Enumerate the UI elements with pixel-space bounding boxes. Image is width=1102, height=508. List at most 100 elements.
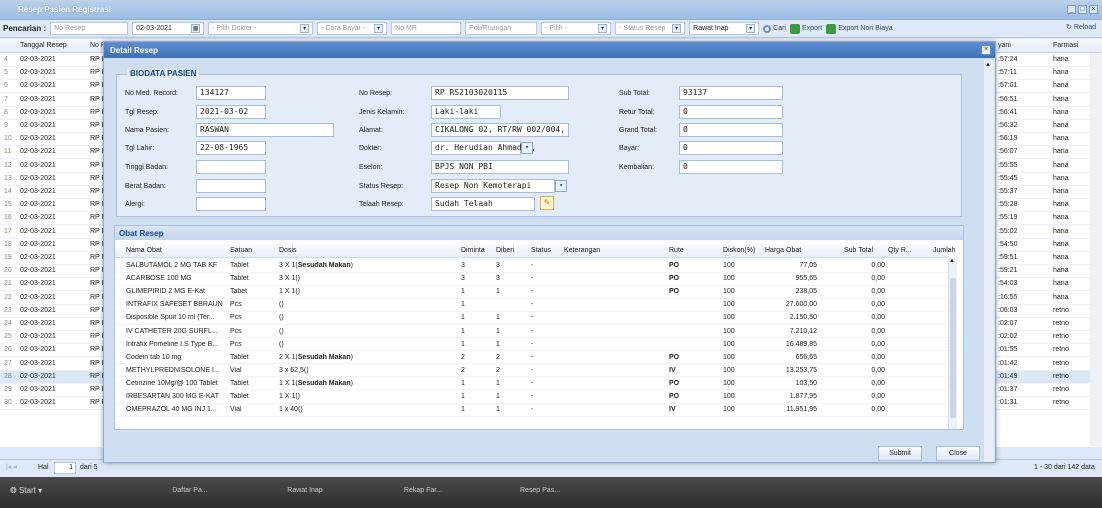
- table-row[interactable]: OMEPRAZOL 40 MG INJ 1... Vial 1 1 - IV 100 11.9…: [115, 404, 948, 417]
- close-button[interactable]: Close: [936, 446, 980, 461]
- chevron-down-icon[interactable]: ▾: [555, 180, 567, 192]
- cara-bayar-select[interactable]: - Cara Bayar - ▾: [317, 22, 388, 35]
- alamat-field[interactable]: CIKALONG 02, RT/RW 002/004, KE: [431, 123, 569, 137]
- chevron-up-icon[interactable]: ▲: [949, 258, 955, 264]
- table-row[interactable]: INTRAFIX SAFESET BBRAUN Pcs 1 - 100 27.600,00…: [115, 299, 948, 312]
- dosis-part: Sesudah Makan: [297, 262, 351, 269]
- taskbar-item-rekap[interactable]: Rekap Far...: [378, 487, 468, 494]
- cell-t: :56:51: [998, 95, 1018, 103]
- cell-sub: 0,00: [871, 275, 885, 283]
- taskbar-item-rawat-inap[interactable]: Rawat Inap: [260, 487, 350, 494]
- submit-button[interactable]: Submit: [878, 446, 922, 461]
- sub-total-field[interactable]: 93137: [679, 86, 783, 100]
- cell-d: 02-03-2021: [20, 161, 56, 169]
- poli-input[interactable]: Poli/Ruangan: [465, 22, 538, 35]
- calendar-icon[interactable]: ▦: [191, 24, 201, 33]
- no-resep-input[interactable]: No Resep: [50, 22, 129, 35]
- col-nama-obat[interactable]: Nama Obat: [126, 247, 162, 254]
- table-row[interactable]: IRBESARTAN 300 MG E-KAT Tablet 1 1 - PO 100 1.8…: [115, 391, 948, 404]
- bayar-field[interactable]: 0: [679, 141, 783, 155]
- start-button[interactable]: ❂ Start ▾: [10, 486, 42, 495]
- cell-d: 02-03-2021: [20, 386, 56, 393]
- jenis-kelamin-field[interactable]: Laki-laki: [431, 105, 501, 119]
- table-row[interactable]: Cetirizine 10Mg/@ 100 Tablet Tablet 1 1 - PO 1…: [115, 378, 948, 391]
- no-resep-field[interactable]: RP RS2103020115: [431, 86, 569, 100]
- cell-diskon: 100: [723, 406, 735, 414]
- date-input[interactable]: 02-03-2021 ▦: [132, 22, 205, 35]
- dokter-select-field[interactable]: dr. Herudian Ahmadin, ▾: [431, 141, 536, 155]
- first-page-icon[interactable]: |◂ ◂: [6, 463, 17, 471]
- chevron-down-icon[interactable]: ▾: [521, 142, 533, 154]
- cell-d: 02-03-2021: [20, 214, 56, 222]
- taskbar-item-daftar[interactable]: Daftar Pa...: [145, 487, 235, 494]
- page-input[interactable]: 1: [54, 462, 76, 474]
- col-qty[interactable]: Qty R...: [888, 247, 912, 254]
- close-icon[interactable]: ×: [981, 45, 991, 55]
- kembalian-field[interactable]: 0: [679, 160, 783, 174]
- tinggi-badan-field[interactable]: [196, 160, 266, 174]
- edit-icon[interactable]: ✎: [540, 196, 554, 210]
- table-row[interactable]: Disposible Spuit 10 ml (Ter... Pcs 1 1 - 100 2…: [115, 312, 948, 325]
- cell-t: :55:37: [998, 188, 1018, 195]
- no-mr-input[interactable]: No MR: [391, 22, 462, 35]
- berat-badan-field[interactable]: [196, 179, 266, 193]
- reload-button[interactable]: ↻ Reload: [1066, 23, 1096, 32]
- grand-total-field[interactable]: 0: [679, 123, 783, 137]
- cell-d: 02-03-2021: [20, 399, 56, 407]
- table-row[interactable]: METHYLPREDNISOLONE I... Vial 2 2 - IV 100 13.25…: [115, 365, 948, 378]
- col-farmasi[interactable]: Farmasi: [1053, 42, 1078, 49]
- grid-scrollbar[interactable]: [1090, 53, 1102, 446]
- col-jumlah[interactable]: Jumlah: [933, 247, 956, 254]
- cell-t: :57:01: [998, 82, 1018, 90]
- col-keterangan[interactable]: Keterangan: [564, 247, 600, 254]
- col-pelayani[interactable]: yani: [998, 42, 1011, 49]
- eselon-field[interactable]: BPJS NON PBI: [431, 160, 569, 174]
- col-dosis[interactable]: Dosis: [279, 247, 297, 254]
- pilih-select[interactable]: - Pilih - ▾: [541, 22, 612, 35]
- status-resep-select-field[interactable]: Resep Non Kemoterapi ▾: [431, 179, 567, 193]
- cell-rute: IV: [669, 406, 676, 414]
- col-sub-total[interactable]: Sub Total: [844, 247, 873, 254]
- table-row[interactable]: Intrafix Primeline I.S Type B... Pcs 1 1 - 10…: [115, 339, 948, 352]
- status-resep-select[interactable]: - Status Resep ▾: [615, 22, 686, 35]
- cell-n: 9: [4, 122, 8, 129]
- col-satuan[interactable]: Satuan: [230, 247, 252, 254]
- table-row[interactable]: IV CATHETER 20G SURFL... Pcs 1 1 - 100 7.210,1…: [115, 326, 948, 338]
- tgl-lahir-field[interactable]: 22-08-1965: [196, 141, 266, 155]
- col-diskon[interactable]: Diskon(%): [723, 247, 755, 254]
- nama-pasien-field[interactable]: RASWAN: [196, 123, 334, 137]
- cell-n: 15: [4, 201, 12, 209]
- cell-diberi: 1: [496, 327, 500, 335]
- export-button[interactable]: Export: [789, 23, 822, 34]
- col-status[interactable]: Status: [531, 247, 551, 254]
- modal-scrollbar[interactable]: ▲: [984, 60, 994, 462]
- telaah-resep-field[interactable]: Sudah Telaah: [431, 197, 535, 211]
- col-rute[interactable]: Rute: [669, 247, 684, 254]
- maximize-icon[interactable]: □: [1078, 5, 1087, 14]
- col-diminta[interactable]: Diminta: [461, 247, 485, 254]
- table-row[interactable]: GLIMEPIRID 2 MG E-Kat Tabet 1 1 - PO 100 238,05…: [115, 286, 948, 299]
- retur-total-field[interactable]: 0: [679, 105, 783, 119]
- table-row[interactable]: SALBUTAMOL 2 MG TAB KF Tablet 3 3 - PO 100 77,0…: [115, 260, 948, 273]
- col-tanggal[interactable]: Tanggal Resep: [20, 42, 67, 49]
- tgl-resep-field[interactable]: 2021-03-02: [196, 105, 266, 119]
- obat-grid-scrollbar[interactable]: ▲: [948, 258, 957, 429]
- col-diberi[interactable]: Diberi: [496, 247, 514, 254]
- table-row[interactable]: Codein tab 10 mg Tablet 2 2 - PO 100 656,65 0,00…: [115, 352, 948, 365]
- cell-sub: 0,00: [871, 340, 885, 348]
- taskbar-item-resep[interactable]: Resep Pas...: [495, 487, 585, 494]
- alergi-field[interactable]: [196, 197, 266, 211]
- dosis-part: (): [279, 314, 284, 322]
- close-window-icon[interactable]: ×: [1089, 5, 1098, 14]
- cell-n: 10: [4, 135, 12, 143]
- scroll-thumb[interactable]: [950, 278, 956, 418]
- col-harga[interactable]: Harga Obat: [765, 247, 801, 254]
- export-non-biaya-button[interactable]: Export Non Biaya: [826, 23, 893, 34]
- dokter-select[interactable]: - Pilih Dokter - ▾: [208, 22, 314, 35]
- no-mr-field[interactable]: 134127: [196, 86, 266, 100]
- rawat-select[interactable]: Rawat Inap ▾: [689, 22, 760, 35]
- cari-button[interactable]: Cari: [763, 24, 786, 33]
- minimize-icon[interactable]: _: [1067, 5, 1076, 14]
- cell-satuan: Tablet: [230, 275, 249, 283]
- table-row[interactable]: ACARBOSE 100 MG Tablet 3 3 - PO 100 955,65 0,00 3…: [115, 273, 948, 286]
